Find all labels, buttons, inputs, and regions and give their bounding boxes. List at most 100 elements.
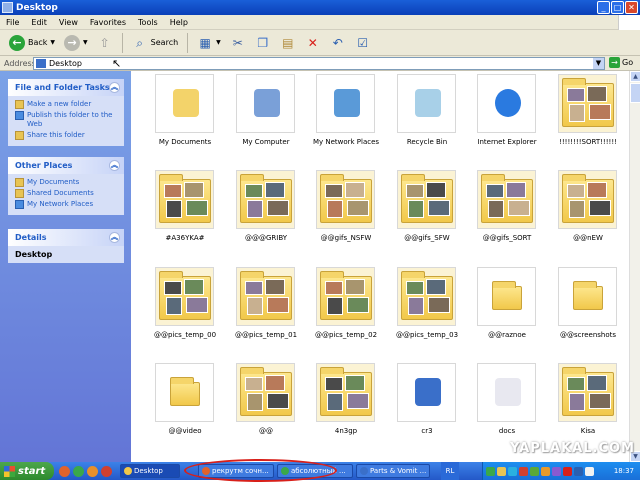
tray-app-icon[interactable] [519, 466, 528, 476]
task-publish-folder[interactable]: Publish this folder to the Web [15, 111, 120, 129]
file-item[interactable]: @@pics_temp_01 [224, 267, 304, 361]
details-header[interactable]: Details ︽ [8, 229, 124, 246]
maximize-button[interactable]: □ [611, 1, 624, 14]
undo-button[interactable]: ↶ [327, 32, 349, 54]
place-my-network-places[interactable]: My Network Places [15, 200, 120, 209]
task-make-new-folder[interactable]: Make a new folder [15, 100, 120, 109]
quicklaunch-browser-icon[interactable] [59, 465, 70, 477]
file-item[interactable]: @@raznoe [465, 267, 545, 361]
collapse-chevron-icon[interactable]: ︽ [109, 82, 120, 93]
tray-app-icon[interactable] [563, 466, 572, 476]
place-my-documents[interactable]: My Documents [15, 178, 120, 187]
taskbar-button-browser-1[interactable]: рекрутм сочн... [198, 464, 274, 478]
file-item[interactable]: My Network Places [304, 74, 384, 168]
close-button[interactable]: ✕ [625, 1, 638, 14]
file-item[interactable]: @@video [143, 363, 223, 457]
task-pane: File and Folder Tasks ︽ Make a new folde… [0, 71, 131, 462]
network-icon-shape [334, 89, 360, 117]
delete-button[interactable]: ✕ [302, 32, 324, 54]
tray-network-icon[interactable] [574, 466, 583, 476]
file-item[interactable]: 4n3gp [304, 363, 384, 457]
task-share-folder[interactable]: Share this folder [15, 131, 120, 140]
photo-preview [567, 184, 585, 198]
folder-shape [320, 174, 372, 223]
file-item[interactable]: Internet Explorer [465, 74, 545, 168]
tray-app-icon[interactable] [552, 466, 561, 476]
language-indicator[interactable]: RL [441, 462, 459, 480]
menu-favorites[interactable]: Favorites [84, 18, 132, 27]
scroll-thumb[interactable] [630, 83, 640, 103]
file-item[interactable]: @@gifs_NSFW [304, 170, 384, 264]
taskbar-button-parts-vomit[interactable]: Parts & Vomit ... [356, 464, 430, 478]
quicklaunch-firefox-icon[interactable] [87, 465, 98, 477]
file-item[interactable]: !!!!!!!!SORT!!!!!! [546, 74, 626, 168]
file-item[interactable]: cr3 [385, 363, 465, 457]
scroll-up-button[interactable]: ▲ [630, 71, 640, 82]
folder-icon [155, 363, 214, 422]
publish-web-icon [15, 111, 24, 120]
quicklaunch-opera-icon[interactable] [101, 465, 112, 477]
paste-button[interactable]: ▤ [277, 32, 299, 54]
taskbar-button-desktop[interactable]: Desktop [120, 464, 180, 478]
photo-preview [327, 297, 343, 315]
file-item[interactable]: @@nEW [546, 170, 626, 264]
menu-view[interactable]: View [53, 18, 84, 27]
photo-preview [406, 281, 424, 295]
file-folder-tasks-header[interactable]: File and Folder Tasks ︽ [8, 79, 124, 96]
tray-app-icon[interactable] [486, 466, 495, 476]
start-button[interactable]: start [0, 462, 54, 480]
go-button[interactable]: → Go [609, 57, 633, 68]
file-item[interactable]: @@pics_temp_03 [385, 267, 465, 361]
other-places-header[interactable]: Other Places ︽ [8, 157, 124, 174]
vertical-scrollbar[interactable]: ▲ ▼ [629, 71, 640, 462]
tray-app-icon[interactable] [508, 466, 517, 476]
search-button[interactable]: ⌕ Search [129, 32, 181, 54]
place-shared-documents[interactable]: Shared Documents [15, 189, 120, 198]
file-item[interactable]: My Computer [224, 74, 304, 168]
cut-button[interactable]: ✂ [227, 32, 249, 54]
menu-edit[interactable]: Edit [25, 18, 53, 27]
menu-file[interactable]: File [0, 18, 25, 27]
file-item[interactable]: @@screenshots [546, 267, 626, 361]
menu-help[interactable]: Help [164, 18, 194, 27]
properties-button[interactable]: ☑ [352, 32, 374, 54]
photo-preview [426, 279, 446, 295]
tray-app-icon[interactable] [497, 466, 506, 476]
network-icon [316, 74, 375, 133]
forward-button[interactable]: → ▼ [61, 32, 91, 54]
tray-app-icon[interactable] [541, 466, 550, 476]
file-label: My Computer [242, 138, 290, 146]
file-item[interactable]: #A36YKA# [143, 170, 223, 264]
folder-shape [562, 367, 614, 416]
title-bar[interactable]: Desktop _ □ ✕ [0, 0, 640, 15]
taskbar-label: рекрутм сочн... [212, 467, 269, 475]
clock[interactable]: 18:37 [614, 467, 634, 475]
collapse-chevron-icon[interactable]: ︽ [109, 160, 120, 171]
file-item[interactable]: @@ [224, 363, 304, 457]
tray-app-icon[interactable] [530, 466, 539, 476]
taskbar-button-browser-2[interactable]: абсолютный ... [277, 464, 353, 478]
views-button[interactable]: ▦ ▼ [194, 32, 224, 54]
back-button[interactable]: ← Back ▼ [6, 32, 58, 54]
photo-preview [164, 184, 182, 198]
panel-title: Other Places [15, 161, 73, 170]
collapse-chevron-icon[interactable]: ︽ [109, 232, 120, 243]
file-item[interactable]: @@pics_temp_00 [143, 267, 223, 361]
file-item[interactable]: @@pics_temp_02 [304, 267, 384, 361]
quicklaunch-chrome-icon[interactable] [73, 465, 84, 477]
copy-button[interactable]: ❐ [252, 32, 274, 54]
address-dropdown-button[interactable]: ▼ [593, 58, 604, 69]
minimize-button[interactable]: _ [597, 1, 610, 14]
address-field[interactable]: Desktop ↖ ▼ [33, 57, 605, 70]
file-item[interactable]: Recycle Bin [385, 74, 465, 168]
up-button[interactable]: ⇧ [94, 32, 116, 54]
photo-preview [184, 182, 204, 198]
menu-tools[interactable]: Tools [132, 18, 164, 27]
address-value: Desktop [49, 59, 82, 68]
photo-preview [347, 393, 369, 409]
tray-volume-icon[interactable] [585, 466, 594, 476]
file-item[interactable]: My Documents [143, 74, 223, 168]
file-item[interactable]: @@gifs_SORT [465, 170, 545, 264]
file-item[interactable]: @@@GRIBY [224, 170, 304, 264]
file-item[interactable]: @@gifs_SFW [385, 170, 465, 264]
